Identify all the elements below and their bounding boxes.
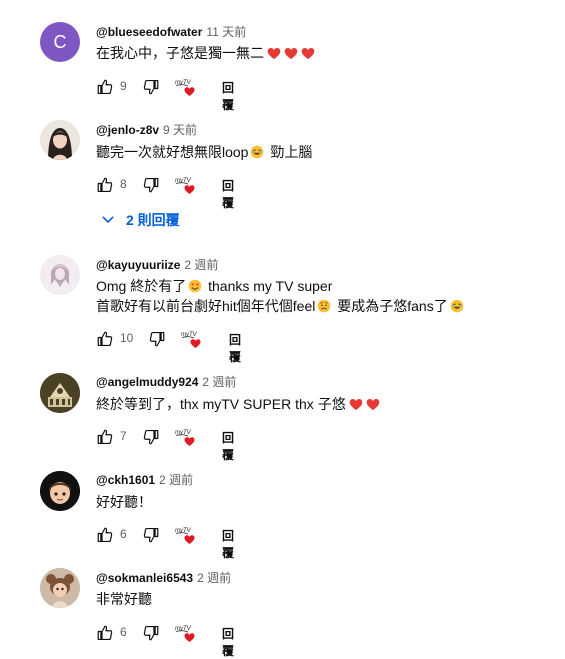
heart-icon — [284, 47, 298, 60]
avatar[interactable] — [40, 120, 80, 160]
baby-photo-avatar-icon — [40, 568, 80, 608]
mytv-heart-icon[interactable] — [174, 175, 198, 195]
comment-author[interactable]: @sokmanlei6543 — [96, 571, 193, 585]
chevron-down-icon — [102, 216, 114, 223]
like-button[interactable] — [96, 327, 114, 351]
like-button[interactable] — [96, 621, 114, 645]
reply-button[interactable]: 回覆 — [222, 527, 234, 561]
comment-author[interactable]: @jenlo-z8v — [96, 123, 159, 137]
dislike-button[interactable] — [142, 523, 160, 547]
thumb-up-icon — [96, 624, 114, 642]
like-count: 8 — [120, 177, 127, 191]
comment-author[interactable]: @angelmuddy924 — [96, 375, 198, 389]
avatar[interactable]: C — [40, 22, 80, 62]
cartoon-boy-avatar-icon — [40, 471, 80, 511]
avatar[interactable] — [40, 255, 80, 295]
comment-time[interactable]: 2 週前 — [184, 258, 218, 272]
thumb-up-icon — [96, 78, 114, 96]
dislike-button[interactable] — [142, 621, 160, 645]
dislike-button[interactable] — [142, 75, 160, 99]
like-count: 7 — [120, 429, 127, 443]
like-count: 6 — [120, 527, 127, 541]
thumb-up-icon — [96, 526, 114, 544]
reply-button[interactable]: 回覆 — [222, 429, 234, 463]
comment-author[interactable]: @ckh1601 — [96, 473, 155, 487]
like-count: 9 — [120, 79, 127, 93]
comment-time[interactable]: 2 週前 — [202, 375, 236, 389]
reply-button[interactable]: 回覆 — [222, 625, 234, 659]
comment-time[interactable]: 2 週前 — [197, 571, 231, 585]
dislike-button[interactable] — [142, 173, 160, 197]
comment-text: Omg 終於有了 thanks my TV super 首歌好有以前台劇好hit… — [96, 276, 466, 316]
avatar[interactable] — [40, 471, 80, 511]
thumb-up-icon — [96, 330, 114, 348]
thumb-up-icon — [96, 176, 114, 194]
thumb-down-icon — [142, 78, 160, 96]
heart-icon — [349, 398, 363, 411]
mytv-heart-icon[interactable] — [174, 77, 198, 97]
reply-button[interactable]: 回覆 — [229, 331, 241, 365]
heart-icon — [267, 47, 281, 60]
replies-count-label: 2 則回覆 — [126, 212, 180, 228]
heart-icon — [301, 47, 315, 60]
heart-eyes-emoji-icon — [188, 279, 202, 293]
comment-author[interactable]: @blueseedofwater — [96, 25, 202, 39]
like-count: 6 — [120, 625, 127, 639]
comment-text: 好好聽！ — [96, 494, 152, 510]
building-logo-icon — [40, 373, 80, 413]
worried-emoji-icon — [317, 299, 331, 313]
heart-icon — [366, 398, 380, 411]
mytv-heart-icon[interactable] — [174, 427, 198, 447]
avatar-letter: C — [53, 31, 67, 52]
comment-time[interactable]: 2 週前 — [159, 473, 193, 487]
comment-time[interactable]: 11 天前 — [206, 25, 246, 39]
like-count: 10 — [120, 331, 134, 345]
mytv-heart-icon[interactable] — [174, 525, 198, 545]
thumb-down-icon — [142, 176, 160, 194]
like-button[interactable] — [96, 425, 114, 449]
laughing-emoji-icon — [250, 145, 264, 159]
woman-portrait-icon — [40, 120, 80, 160]
thumb-up-icon — [96, 428, 114, 446]
avatar[interactable] — [40, 373, 80, 413]
dislike-button[interactable] — [148, 327, 166, 351]
view-replies-button[interactable]: 2 則回覆 — [100, 210, 180, 230]
reply-button[interactable]: 回覆 — [222, 177, 234, 211]
comment-text: 非常好聽 — [96, 591, 152, 607]
like-button[interactable] — [96, 523, 114, 547]
thumb-down-icon — [142, 428, 160, 446]
thumb-down-icon — [142, 624, 160, 642]
like-button[interactable] — [96, 75, 114, 99]
mytv-heart-icon[interactable] — [174, 623, 198, 643]
comment-text: 在我心中，子悠是獨一無二 — [96, 43, 315, 63]
thumb-down-icon — [142, 526, 160, 544]
like-button[interactable] — [96, 173, 114, 197]
mytv-heart-icon[interactable] — [180, 329, 204, 349]
laughing-emoji-icon — [450, 299, 464, 313]
illustrated-avatar-icon — [40, 255, 80, 295]
reply-button[interactable]: 回覆 — [222, 79, 234, 113]
thumb-down-icon — [148, 330, 166, 348]
avatar[interactable] — [40, 568, 80, 608]
comment-text: 聽完一次就好想無限loop 勁上腦 — [96, 144, 313, 160]
comment-text: 終於等到了，thx myTV SUPER thx 子悠 — [96, 394, 380, 414]
comment-time[interactable]: 9 天前 — [163, 123, 197, 137]
dislike-button[interactable] — [142, 425, 160, 449]
comment-author[interactable]: @kayuyuuriize — [96, 258, 180, 272]
